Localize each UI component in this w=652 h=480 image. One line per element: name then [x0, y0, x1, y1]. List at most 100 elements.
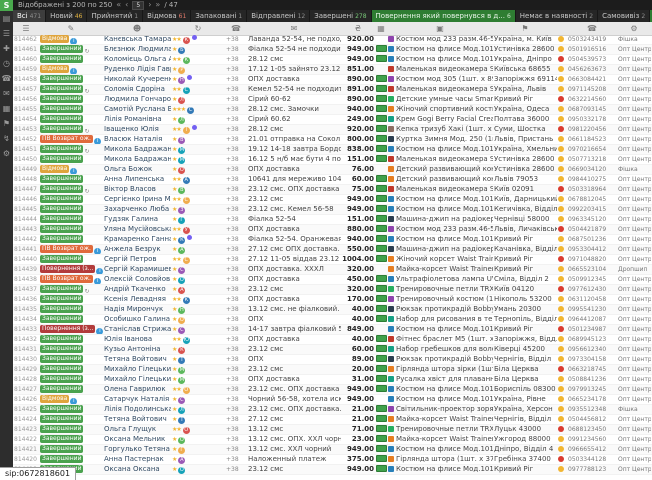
status-tab[interactable]: Всі471 [13, 10, 46, 22]
products-icon[interactable]: ▦ [0, 101, 13, 116]
client-name[interactable]: Захарченко Люба [103, 205, 171, 214]
table-row[interactable]: 814431ЗавершенийКузьо Антоніна★К+3823.12… [13, 345, 652, 355]
table-row[interactable]: 814439Повернення (з...iСергій Карамишев★… [13, 265, 652, 275]
client-name[interactable]: Блєзнюк Людмила А. [103, 45, 171, 54]
client-name[interactable]: Горгулько Тетяна В. [103, 445, 171, 454]
client-name[interactable]: Ксенія Левадняя [103, 295, 171, 304]
client-name[interactable]: Надія Мирончук [103, 305, 171, 314]
refresh-icon[interactable]: ↻ [84, 128, 89, 134]
info-icon[interactable]: i [70, 38, 77, 44]
status-tab[interactable]: Завершені278 [310, 10, 371, 22]
status-tab[interactable]: Запаковані1 [191, 10, 247, 22]
add-order-icon[interactable]: ✚ [0, 41, 13, 56]
table-row[interactable]: 814443ЗавершенийУляна Мусійовська★★У+38О… [13, 225, 652, 235]
table-row[interactable]: 814419ЗавершенийОксана Оксана★О+3823.12 … [13, 465, 652, 475]
page-number-input[interactable]: 5 [132, 1, 144, 10]
table-row[interactable]: 814453Завершений↻Іващенко Юлія★★І+3828.1… [13, 125, 652, 135]
table-row[interactable]: 814445ЗавершенийЗахарченко Люба★З+3823.1… [13, 205, 652, 215]
client-name[interactable]: Андрій Ткаченко [103, 285, 171, 294]
table-row[interactable]: 814433Повернення (з...iСтаніслав Стрижак… [13, 325, 652, 335]
table-row[interactable]: 814461Завершений↻Блєзнюк Людмила А.★Б+38… [13, 45, 652, 55]
client-name[interactable]: Особишко Галина Вас. [103, 315, 171, 324]
client-name[interactable]: Руденко Лідія Гаврил. [103, 65, 171, 74]
client-name[interactable]: Юлія Іванова [103, 335, 171, 344]
table-row[interactable]: 814430ЗавершенийТетяна Войтович★Т+38ОПХ8… [13, 355, 652, 365]
table-row[interactable]: 814455ЗавершенийСамотій Руслана Вол.★★★С… [13, 105, 652, 115]
client-name[interactable]: Сергій Петров [103, 255, 171, 264]
client-name[interactable]: Канєвська Тамара [103, 35, 171, 44]
history-icon[interactable]: ◷ [0, 56, 13, 71]
client-name[interactable]: Олена Гаврилюк [103, 385, 171, 394]
status-tab[interactable]: Повернення який повернувся в д...6 [372, 10, 516, 22]
client-name[interactable]: Оксана Оксана [103, 465, 171, 474]
table-row[interactable]: 814451Завершений↻Микола Бадражан★М+3819.… [13, 145, 652, 155]
reports-icon[interactable]: ⚑ [0, 116, 13, 131]
table-row[interactable]: 814442ЗавершенийКрамаренко Ганна О.★К+38… [13, 235, 652, 245]
column-header-client client-icon[interactable]: ☻ [103, 22, 171, 35]
table-row[interactable]: 814452ПВ Возврат ож.iВласюк Наталія★В+38… [13, 135, 652, 145]
column-header-source source-icon[interactable]: ⚙ [617, 22, 651, 35]
table-row[interactable]: 814447Завершений↻Віктор Власов★В+3823.12… [13, 185, 652, 195]
table-row[interactable]: 814420ЗавершенийАнна Пастернак★А+38Налож… [13, 455, 652, 465]
client-name[interactable]: Коломієць Ольга Ар. [103, 55, 171, 64]
client-name[interactable]: Станіслав Стрижак [103, 325, 171, 334]
client-name[interactable]: Анна Липенська [103, 175, 171, 184]
table-row[interactable]: 814460ЗавершенийКоломієць Ольга Ар.★★К+3… [13, 55, 652, 65]
column-header-phone phone-icon[interactable]: ☎ [225, 22, 247, 35]
column-header-activity activity-icon[interactable]: ↻ [171, 22, 225, 35]
client-name[interactable]: Олексій Соловйов [103, 275, 171, 284]
column-header-comment comment-icon[interactable]: ✉ [247, 22, 341, 35]
info-icon[interactable]: i [70, 168, 77, 174]
client-name[interactable]: Лілія Романівна [103, 115, 171, 124]
table-row[interactable]: 814421ЗавершенийГоргулько Тетяна В.★Г+38… [13, 445, 652, 455]
client-name[interactable]: Крамаренко Ганна О. [103, 235, 171, 244]
column-header-delivery delivery-icon[interactable]: ⚑ [493, 22, 557, 35]
settings-icon[interactable]: ⚙ [0, 146, 13, 161]
client-name[interactable]: Сергій Карамишев [103, 265, 171, 274]
table-row[interactable]: 814458ЗавершенийНиколай Кучеренко★Н+38ОП… [13, 75, 652, 85]
prev-page-button[interactable]: ‹ [125, 0, 128, 10]
client-name[interactable]: Николай Кучеренко [103, 75, 171, 84]
client-name[interactable]: Тетяна Войтович [103, 355, 171, 364]
calls-icon[interactable]: ☎ [0, 71, 13, 86]
table-row[interactable]: 814449ВідмоваiОльга Божок★О+38ОПХ достав… [13, 165, 652, 175]
table-row[interactable]: 814429ЗавершенийМихайло Гілецький★М+3823… [13, 365, 652, 375]
table-row[interactable]: 814441ПВ Возврат ож.iАнжела Безрук★А+382… [13, 245, 652, 255]
table-row[interactable]: 814440ЗавершенийСергій Петров★★С+3827.12… [13, 255, 652, 265]
client-name[interactable]: Михайло Гілецький [103, 365, 171, 374]
client-name[interactable]: Ольга Глущук [103, 425, 171, 434]
client-name[interactable]: Уляна Мусійовська [103, 225, 171, 234]
table-row[interactable]: 814454ЗавершенийЛілія Романівна★Л+38Сіри… [13, 115, 652, 125]
app-logo[interactable]: S [0, 0, 13, 11]
status-tab[interactable]: Немає в наявності2 [516, 10, 598, 22]
status-tab[interactable]: Самовивіз2 [598, 10, 650, 22]
column-header-payment payment-icon[interactable]: ▦ [375, 22, 387, 35]
client-name[interactable]: Лілія Подолинська [103, 405, 171, 414]
status-tab[interactable]: Відмова61 [143, 10, 191, 22]
client-name[interactable]: Тетяна Войтович [103, 415, 171, 424]
info-icon[interactable]: i [70, 68, 77, 74]
table-row[interactable]: 814435ЗавершенийНадія Мирончук★Н+3813.12… [13, 305, 652, 315]
status-tab[interactable]: Новий46 [46, 10, 87, 22]
refresh-icon[interactable]: ↻ [84, 188, 89, 194]
client-name[interactable]: Самотій Руслана Вол. [103, 105, 171, 114]
column-header-phone2 phone2-icon[interactable]: ☎ [567, 22, 617, 35]
info-icon[interactable]: i [94, 138, 101, 144]
table-row[interactable]: 814434ЗавершенийОсобишко Галина Вас.★О+3… [13, 315, 652, 325]
client-name[interactable]: Соломія Сдоріна [103, 85, 171, 94]
status-tab[interactable]: Прийнятий1 [87, 10, 143, 22]
table-row[interactable]: 814462ВідмоваiКанєвська Тамара★★К+38Лава… [13, 35, 652, 45]
table-row[interactable]: 814436ЗавершенийКсенія Левадняя★★К+38ОПХ… [13, 295, 652, 305]
client-name[interactable]: Сатарчук Наталія Гр. [103, 395, 171, 404]
client-name[interactable]: Віктор Власов [103, 185, 171, 194]
info-icon[interactable]: i [94, 248, 101, 254]
menu-icon[interactable]: ▤ [0, 11, 13, 26]
first-page-button[interactable]: « [116, 0, 121, 10]
client-name[interactable]: Микола Бадражан [103, 155, 171, 164]
refresh-icon[interactable]: ↻ [84, 288, 89, 294]
client-name[interactable]: Анжела Безрук [103, 245, 171, 254]
column-header-select select-icon[interactable]: ☰ [13, 22, 39, 35]
client-name[interactable]: Іващенко Юлія [103, 125, 171, 134]
client-name[interactable]: Сергієнко Ірина Мих. [103, 195, 171, 204]
orders-icon[interactable]: ☰ [0, 26, 13, 41]
